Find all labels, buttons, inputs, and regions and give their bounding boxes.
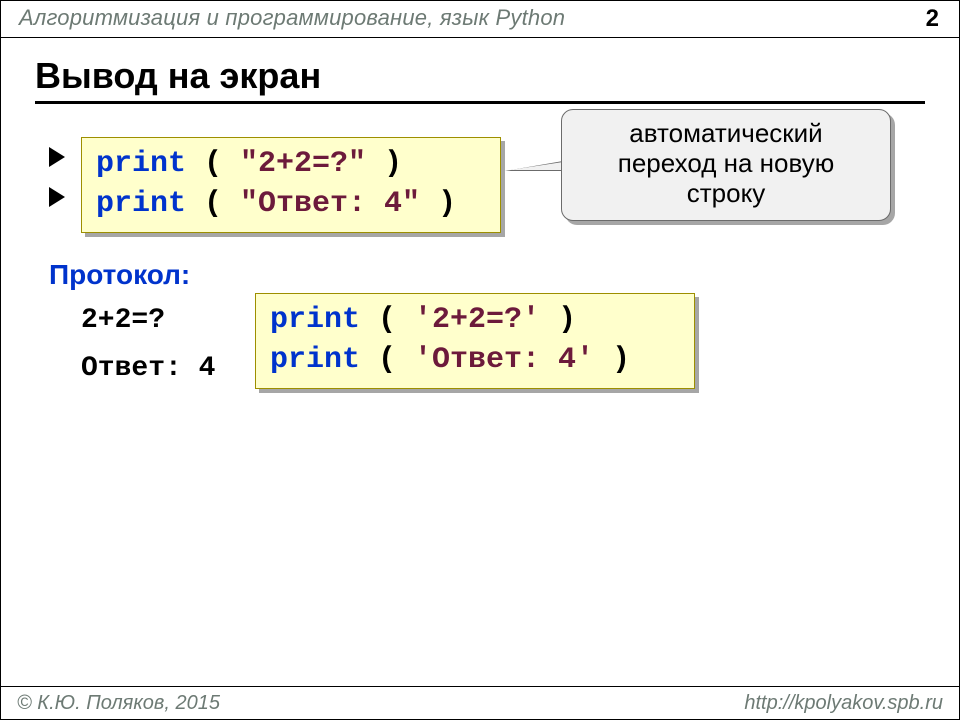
string-literal: 'Ответ: 4' bbox=[414, 343, 594, 377]
callout-box: автоматический переход на новую строку bbox=[561, 109, 891, 221]
punct: ( bbox=[186, 187, 240, 221]
punct: ) bbox=[420, 187, 456, 221]
code-box-1: print ( "2+2=?" ) print ( "Ответ: 4" ) bbox=[81, 137, 501, 233]
punct: ) bbox=[540, 303, 576, 337]
string-literal: '2+2=?' bbox=[414, 303, 540, 337]
keyword: print bbox=[270, 343, 360, 377]
punct: ) bbox=[366, 147, 402, 181]
footer-left: © К.Ю. Поляков, 2015 bbox=[17, 692, 220, 715]
protocol-label: Протокол: bbox=[49, 259, 190, 291]
bottom-rule bbox=[1, 686, 959, 687]
slide-title: Вывод на экран bbox=[35, 55, 321, 97]
callout-pointer bbox=[510, 162, 563, 170]
keyword: print bbox=[96, 147, 186, 181]
code-line: print ( "2+2=?" ) bbox=[96, 144, 486, 184]
keyword: print bbox=[270, 303, 360, 337]
title-rule bbox=[35, 101, 925, 104]
code-line: print ( "Ответ: 4" ) bbox=[96, 184, 486, 224]
code-line: print ( 'Ответ: 4' ) bbox=[270, 340, 680, 380]
footer-right: http://kpolyakov.spb.ru bbox=[744, 692, 943, 715]
page-number: 2 bbox=[926, 5, 939, 33]
protocol-output: Ответ: 4 bbox=[81, 353, 215, 384]
string-literal: "2+2=?" bbox=[240, 147, 366, 181]
punct: ( bbox=[186, 147, 240, 181]
bullet-icon bbox=[49, 187, 65, 207]
keyword: print bbox=[96, 187, 186, 221]
code-box-2: print ( '2+2=?' ) print ( 'Ответ: 4' ) bbox=[255, 293, 695, 389]
top-rule bbox=[1, 37, 959, 38]
protocol-output: 2+2=? bbox=[81, 305, 165, 336]
slide-header: Алгоритмизация и программирование, язык … bbox=[19, 5, 565, 31]
string-literal: "Ответ: 4" bbox=[240, 187, 420, 221]
punct: ( bbox=[360, 303, 414, 337]
bullet-icon bbox=[49, 147, 65, 167]
punct: ( bbox=[360, 343, 414, 377]
punct: ) bbox=[594, 343, 630, 377]
code-line: print ( '2+2=?' ) bbox=[270, 300, 680, 340]
